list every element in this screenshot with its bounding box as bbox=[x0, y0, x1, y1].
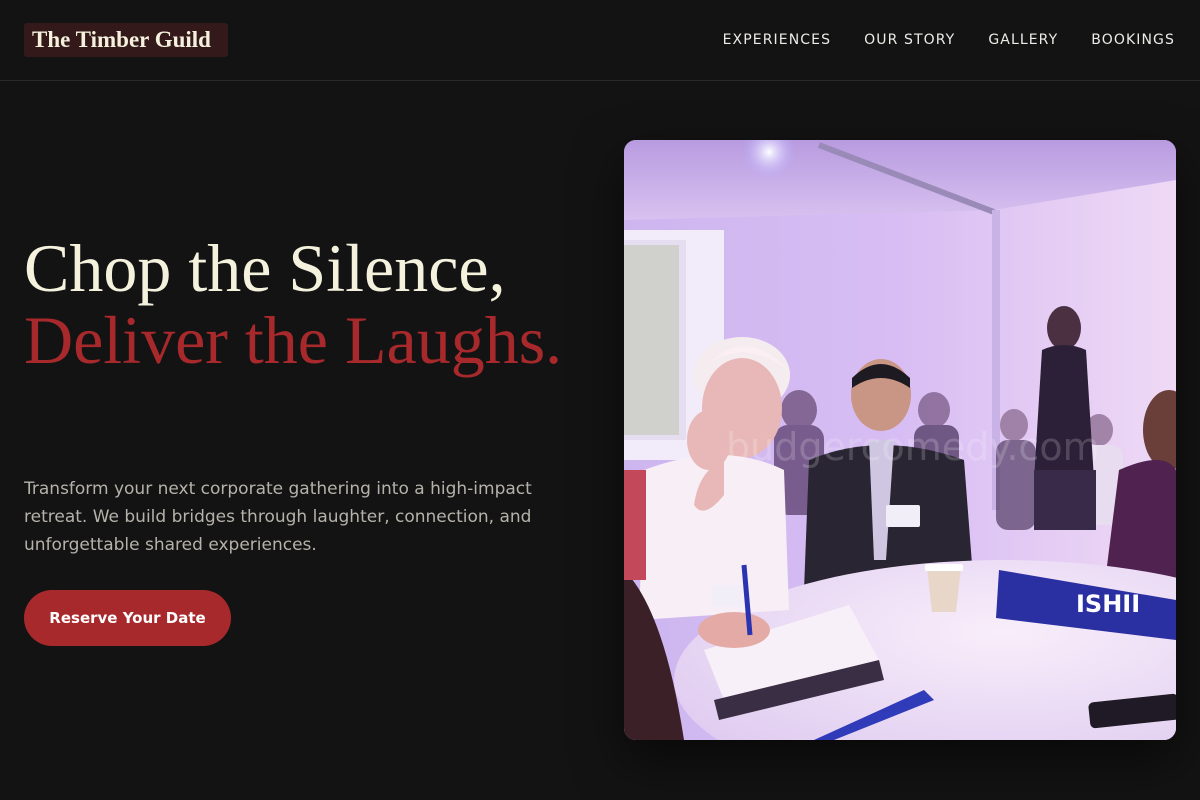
table-name-sign: ISHII bbox=[1076, 590, 1140, 618]
nav-link-our-story[interactable]: OUR STORY bbox=[864, 30, 955, 50]
headline-line-1: Chop the Silence, bbox=[24, 230, 506, 306]
brand-logo[interactable]: The Timber Guild bbox=[24, 23, 228, 57]
nav-link-gallery[interactable]: GALLERY bbox=[988, 30, 1058, 50]
headline-line-2: Deliver the Laughs. bbox=[24, 302, 563, 378]
hero-headline: Chop the Silence, Deliver the Laughs. bbox=[24, 232, 604, 376]
hero-photo: ISHII budgercomedy.com bbox=[624, 140, 1176, 740]
site-header: The Timber Guild EXPERIENCES OUR STORY G… bbox=[0, 0, 1200, 81]
workshop-photo-illustration: ISHII budgercomedy.com bbox=[624, 140, 1176, 740]
photo-watermark: budgercomedy.com bbox=[726, 425, 1100, 469]
hero-subtext: Transform your next corporate gathering … bbox=[24, 479, 532, 555]
main-nav: EXPERIENCES OUR STORY GALLERY BOOKINGS bbox=[723, 30, 1175, 50]
reserve-date-button[interactable]: Reserve Your Date bbox=[24, 590, 231, 646]
nav-link-experiences[interactable]: EXPERIENCES bbox=[723, 30, 832, 50]
nav-link-bookings[interactable]: BOOKINGS bbox=[1091, 30, 1175, 50]
